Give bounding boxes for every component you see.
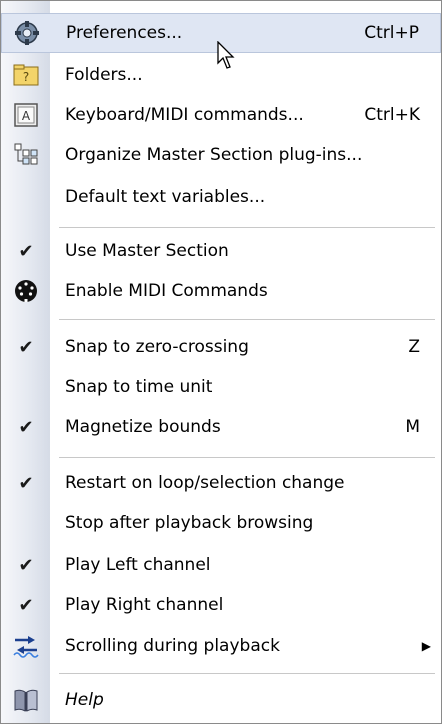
menu-item-label: Snap to zero-crossing (65, 337, 249, 357)
menu-item-label: Use Master Section (65, 241, 229, 261)
menu-separator (59, 457, 435, 458)
checkmark-icon: ✔ (18, 336, 34, 358)
menu-item-label: Play Right channel (65, 595, 224, 615)
midi-icon (9, 276, 43, 306)
menu-item-restart-on-loop[interactable]: ✔ Restart on loop/selection change (1, 463, 441, 503)
folders-icon: ? (9, 60, 43, 90)
menu-item-organize-plugins[interactable]: Organize Master Section plug-ins... (1, 135, 441, 175)
keyboard-icon: A (9, 100, 43, 130)
menu-item-shortcut: M (405, 417, 420, 437)
menu-item-default-text-variables[interactable]: Default text variables... (1, 177, 441, 217)
menu-item-enable-midi-commands[interactable]: Enable MIDI Commands (1, 271, 441, 311)
menu-item-label: Snap to time unit (65, 377, 213, 397)
menu-item-scrolling-during-playback[interactable]: Scrolling during playback ▶ (1, 626, 441, 666)
menu-item-help[interactable]: Help (1, 680, 441, 720)
menu-item-label: Help (65, 690, 104, 710)
menu-item-snap-zero-crossing[interactable]: ✔ Snap to zero-crossing Z (1, 327, 441, 367)
menu-item-label: Restart on loop/selection change (65, 473, 345, 493)
menu-item-label: Stop after playback browsing (65, 513, 314, 533)
menu-item-label: Organize Master Section plug-ins... (65, 145, 363, 165)
menu-separator (59, 227, 435, 228)
svg-text:A: A (22, 109, 31, 123)
organize-icon (9, 140, 43, 170)
menu-item-shortcut: Z (408, 337, 420, 357)
menu-item-label: Default text variables... (65, 187, 266, 207)
checkmark-icon: ✔ (18, 472, 34, 494)
menu-item-play-right-channel[interactable]: ✔ Play Right channel (1, 585, 441, 625)
menu-item-stop-after-browsing[interactable]: Stop after playback browsing (1, 503, 441, 543)
menu-item-shortcut: Ctrl+K (364, 105, 420, 125)
menu-item-shortcut: Ctrl+P (364, 23, 419, 43)
menu-item-label: Scrolling during playback (65, 636, 280, 656)
menu-separator (59, 319, 435, 320)
checkmark-icon: ✔ (18, 594, 34, 616)
svg-text:?: ? (23, 70, 29, 84)
help-icon (9, 685, 43, 715)
menu-item-label: Magnetize bounds (65, 417, 221, 437)
checkmark-icon: ✔ (18, 416, 34, 438)
menu-item-label: Keyboard/MIDI commands... (65, 105, 304, 125)
menu-item-snap-time-unit[interactable]: Snap to time unit (1, 367, 441, 407)
menu-item-keyboard-midi-commands[interactable]: A Keyboard/MIDI commands... Ctrl+K (1, 95, 441, 135)
menu-item-label: Play Left channel (65, 555, 211, 575)
checkmark-icon: ✔ (18, 554, 34, 576)
mouse-pointer-icon (217, 40, 237, 76)
menu-item-label: Preferences... (66, 23, 183, 43)
menu-item-use-master-section[interactable]: ✔ Use Master Section (1, 231, 441, 271)
checkmark-icon: ✔ (18, 240, 34, 262)
menu-item-label: Enable MIDI Commands (65, 281, 268, 301)
options-menu: Preferences... Ctrl+P ? Folders... A Key… (0, 0, 442, 724)
menu-item-magnetize-bounds[interactable]: ✔ Magnetize bounds M (1, 407, 441, 447)
scrolling-icon (9, 631, 43, 661)
menu-item-label: Folders... (65, 65, 143, 85)
submenu-arrow-icon: ▶ (421, 639, 431, 653)
menu-separator (59, 673, 435, 674)
menu-item-play-left-channel[interactable]: ✔ Play Left channel (1, 545, 441, 585)
preferences-icon (10, 18, 44, 48)
